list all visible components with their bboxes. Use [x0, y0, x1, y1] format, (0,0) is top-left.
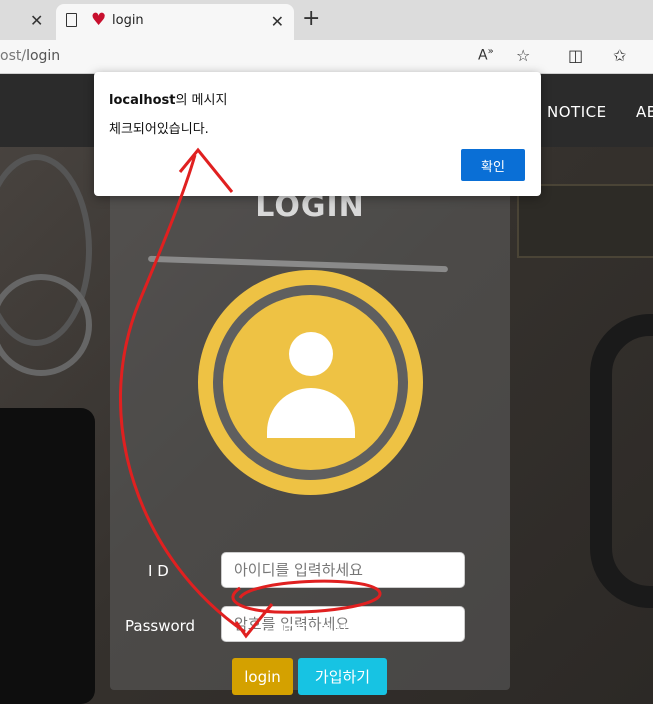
close-icon[interactable]: ✕: [30, 11, 43, 30]
read-aloud-icon[interactable]: A»: [478, 46, 494, 64]
star-icon[interactable]: ☆: [516, 46, 530, 65]
url-path: login: [26, 48, 61, 64]
headphone-image: [590, 314, 653, 608]
remember-id-checkbox[interactable]: ✔ 아이디 저장: [260, 620, 348, 641]
join-button[interactable]: 가입하기: [298, 658, 387, 695]
browser-tab[interactable]: ♥ login ✕: [56, 4, 294, 40]
dialog-message: 체크되어있습니다.: [109, 122, 209, 137]
dialog-title-suffix: 의 메시지: [175, 93, 228, 108]
login-card: LOGIN I D Password ✔아이디 저장 login 가입하기: [110, 179, 510, 695]
user-body: [267, 388, 355, 438]
id-label: I D: [148, 562, 169, 580]
avatar-ring: [213, 285, 408, 480]
split-screen-icon[interactable]: ◫: [568, 46, 583, 65]
favorites-icon[interactable]: ✩: [613, 46, 626, 65]
new-tab-icon[interactable]: +: [302, 6, 320, 31]
address-bar[interactable]: ost/login A» ☆ ◫ ✩: [0, 40, 653, 74]
user-head: [289, 332, 333, 376]
url-host: ost/: [0, 48, 27, 64]
checkmark-icon: ✔: [260, 625, 271, 640]
url-text[interactable]: ost/login: [0, 48, 60, 64]
login-button[interactable]: login: [232, 658, 293, 695]
avatar: [198, 270, 423, 495]
nav-item-about[interactable]: AB: [636, 103, 653, 121]
remember-id-label: 아이디 저장: [273, 622, 348, 640]
page-icon: [66, 13, 77, 27]
phone-image: [0, 408, 95, 704]
id-input[interactable]: [221, 552, 465, 588]
tab-close-icon[interactable]: ✕: [271, 12, 284, 31]
dialog-ok-button[interactable]: 확인: [461, 149, 525, 181]
tab-title: login: [112, 13, 144, 28]
user-icon: [223, 295, 398, 470]
dialog-title-host: localhost: [109, 93, 176, 108]
password-label: Password: [125, 617, 196, 635]
alert-dialog: localhost의 메시지 체크되어있습니다. 확인: [94, 72, 541, 196]
heart-icon: ♥: [91, 10, 107, 30]
nav-item-notice[interactable]: NOTICE: [547, 103, 607, 121]
tab-strip: ✕ ♥ login ✕ +: [0, 0, 653, 40]
dialog-title: localhost의 메시지: [109, 89, 227, 108]
sunglasses-lens-image: [0, 274, 92, 376]
